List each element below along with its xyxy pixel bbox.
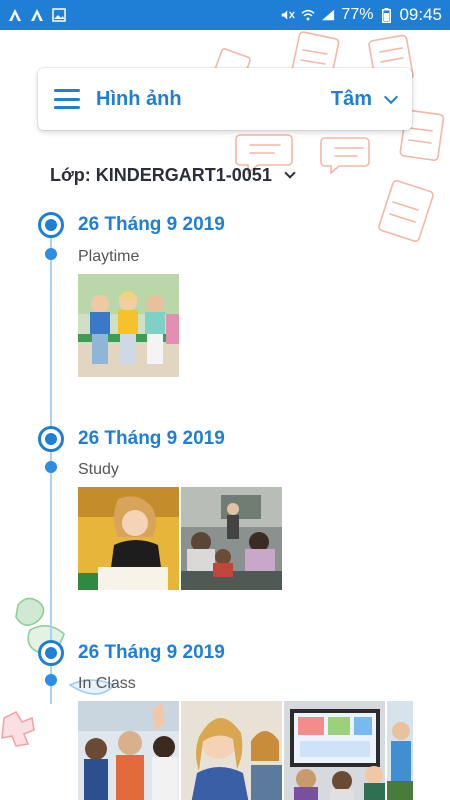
mute-icon <box>281 8 296 22</box>
photo-thumbnail[interactable] <box>181 701 282 800</box>
user-dropdown[interactable]: Tâm <box>330 87 399 111</box>
timeline-dot <box>45 674 57 686</box>
timeline-dot <box>45 248 57 260</box>
image-notification-icon <box>52 8 66 22</box>
entry-date: 26 Tháng 9 2019 <box>78 214 225 235</box>
timeline-node <box>38 640 64 666</box>
battery-icon <box>379 7 393 23</box>
photo-thumbnail[interactable] <box>78 274 179 377</box>
entry-caption: Playtime <box>78 248 140 265</box>
system-status: 77% 09:45 <box>281 5 442 25</box>
entry-caption: Study <box>78 461 119 478</box>
timeline-node <box>38 212 64 238</box>
clock: 09:45 <box>399 5 442 24</box>
status-bar: 77% 09:45 <box>0 0 450 30</box>
user-name: Tâm <box>330 87 372 110</box>
wifi-icon <box>301 8 316 22</box>
photo-row <box>78 274 179 377</box>
photo-thumbnail[interactable] <box>78 701 179 800</box>
photo-row <box>78 701 413 800</box>
app-notification-icon <box>30 8 44 22</box>
photo-thumbnail[interactable] <box>78 487 179 590</box>
timeline-dot <box>45 461 57 473</box>
notification-icons <box>8 8 66 22</box>
class-label: Lớp: KINDERGART1-0051 <box>50 165 272 185</box>
app-notification-icon <box>8 8 22 22</box>
photo-thumbnail[interactable] <box>284 701 385 800</box>
timeline-node <box>38 426 64 452</box>
doodle-background <box>1 31 445 747</box>
entry-date: 26 Tháng 9 2019 <box>78 642 225 663</box>
battery-percent: 77% <box>341 6 374 23</box>
menu-icon[interactable] <box>54 89 80 109</box>
signal-icon <box>321 8 335 22</box>
page-title: Hình ảnh <box>96 87 182 110</box>
chevron-down-icon <box>284 167 296 179</box>
photo-row <box>78 487 282 590</box>
chevron-down-icon <box>383 89 399 104</box>
class-selector[interactable]: Lớp: KINDERGART1-0051 <box>50 165 296 186</box>
photo-thumbnail[interactable] <box>181 487 282 590</box>
photo-thumbnail[interactable] <box>387 701 413 800</box>
entry-date: 26 Tháng 9 2019 <box>78 428 225 449</box>
header-card: Hình ảnh Tâm <box>38 68 412 130</box>
entry-caption: In Class <box>78 675 136 692</box>
